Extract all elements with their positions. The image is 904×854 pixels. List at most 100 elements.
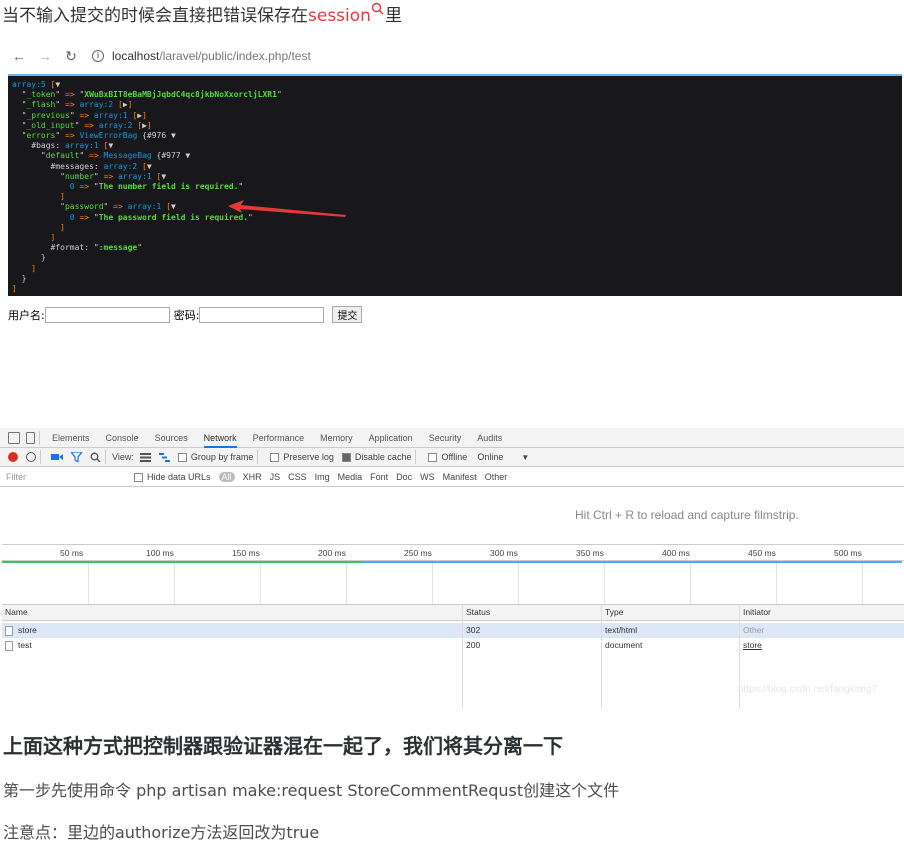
record-icon[interactable] bbox=[8, 452, 18, 462]
dump-token: #bags: bbox=[12, 141, 65, 151]
resource-type-filters: All XHR JS CSS Img Media Font Doc WS Manifest Othe… bbox=[215, 472, 512, 482]
tab-network[interactable]: Network bbox=[203, 428, 237, 448]
filter-input[interactable]: Filter bbox=[6, 472, 126, 482]
dump-token: " bbox=[55, 100, 65, 110]
filter-type-all[interactable]: All bbox=[218, 472, 235, 482]
dump-token[interactable]: ▼ bbox=[108, 141, 113, 150]
tab-performance[interactable]: Performance bbox=[253, 428, 305, 448]
filter-type-js[interactable]: JS bbox=[270, 472, 281, 482]
column-initiator[interactable]: Initiator bbox=[743, 607, 771, 617]
device-toolbar-icon[interactable] bbox=[26, 431, 35, 444]
tab-application[interactable]: Application bbox=[369, 428, 413, 448]
filter-type-xhr[interactable]: XHR bbox=[243, 472, 262, 482]
dump-line: #messages: array:2 [▼ bbox=[12, 162, 898, 172]
dump-token[interactable]: ▼ bbox=[161, 172, 166, 181]
column-name[interactable]: Name bbox=[5, 607, 28, 617]
request-name[interactable]: store bbox=[5, 625, 37, 636]
chevron-down-icon[interactable]: ▼ bbox=[521, 453, 529, 462]
request-name-text: store bbox=[18, 625, 37, 635]
throttle-value: Online bbox=[477, 452, 504, 462]
checkbox-icon[interactable] bbox=[428, 452, 438, 462]
clear-icon[interactable] bbox=[26, 452, 36, 462]
dump-token[interactable]: {#976 ▼ bbox=[142, 131, 176, 140]
group-by-frame-checkbox[interactable]: Group by frame bbox=[170, 452, 254, 462]
session-keyword-link[interactable]: session bbox=[308, 6, 371, 26]
filter-type-css[interactable]: CSS bbox=[288, 472, 307, 482]
tab-security[interactable]: Security bbox=[429, 428, 462, 448]
request-name-text: test bbox=[18, 640, 32, 650]
filter-type-img[interactable]: Img bbox=[315, 472, 330, 482]
offline-checkbox[interactable]: Offline bbox=[420, 452, 467, 462]
timeline-tick-label: 250 ms bbox=[404, 548, 432, 558]
large-rows-icon[interactable] bbox=[139, 452, 151, 462]
url-field[interactable]: i localhost/laravel/public/index.php/tes… bbox=[92, 49, 311, 63]
tab-console[interactable]: Console bbox=[106, 428, 139, 448]
username-input[interactable] bbox=[44, 306, 170, 323]
preserve-log-checkbox[interactable]: Preserve log bbox=[262, 452, 334, 462]
dump-token: ] bbox=[12, 263, 37, 273]
back-arrow-icon[interactable]: ← bbox=[12, 48, 26, 64]
request-name[interactable]: test bbox=[5, 640, 32, 651]
dump-token: => bbox=[89, 151, 99, 161]
filter-icon[interactable] bbox=[71, 452, 82, 462]
dump-token[interactable]: ▼ bbox=[171, 202, 176, 211]
dump-token: " bbox=[12, 110, 27, 120]
column-status[interactable]: Status bbox=[466, 607, 490, 617]
forward-arrow-icon[interactable]: → bbox=[38, 48, 52, 64]
group-by-frame-label: Group by frame bbox=[190, 452, 254, 462]
checkbox-checked-icon[interactable] bbox=[341, 452, 351, 462]
dump-token: " bbox=[12, 171, 65, 181]
tab-elements[interactable]: Elements bbox=[52, 428, 90, 448]
table-row[interactable]: store 302 text/html Other bbox=[2, 623, 904, 638]
dump-line: 0 => "The number field is required." bbox=[12, 182, 898, 192]
hide-data-urls-checkbox[interactable]: Hide data URLs bbox=[126, 472, 211, 482]
waterfall-icon[interactable] bbox=[158, 452, 170, 462]
disable-cache-checkbox[interactable]: Disable cache bbox=[334, 452, 411, 462]
timeline-tick-label: 500 ms bbox=[834, 548, 862, 558]
dump-token: number bbox=[64, 171, 94, 181]
dump-line: "errors" => ViewErrorBag {#976 ▼ bbox=[12, 131, 898, 141]
filter-type-ws[interactable]: WS bbox=[420, 472, 435, 482]
dump-token[interactable]: {#977 ▼ bbox=[157, 151, 191, 160]
intro-suffix: 里 bbox=[384, 6, 402, 26]
search-icon[interactable] bbox=[371, 2, 385, 16]
request-initiator-link[interactable]: store bbox=[743, 640, 762, 650]
tab-sources[interactable]: Sources bbox=[155, 428, 188, 448]
tab-audits[interactable]: Audits bbox=[477, 428, 502, 448]
checkbox-icon[interactable] bbox=[177, 452, 187, 462]
dump-line: "_token" => "XWuBxBIT8eBaMBjJqbdC4qc8jkb… bbox=[12, 90, 898, 100]
search-icon[interactable] bbox=[90, 452, 101, 462]
dump-token: array:1 bbox=[113, 171, 157, 181]
dump-token[interactable]: ▼ bbox=[55, 80, 60, 89]
dump-token: ] bbox=[12, 284, 17, 294]
filter-type-media[interactable]: Media bbox=[338, 472, 363, 482]
password-input[interactable] bbox=[199, 306, 325, 323]
request-status: 200 bbox=[466, 640, 481, 650]
dump-token: password bbox=[64, 202, 104, 212]
filter-type-other[interactable]: Other bbox=[485, 472, 508, 482]
dump-token[interactable]: ▼ bbox=[147, 162, 152, 171]
tab-memory[interactable]: Memory bbox=[320, 428, 353, 448]
table-row[interactable]: test 200 document store bbox=[2, 638, 904, 653]
dump-line: #format: ":message" bbox=[12, 243, 898, 253]
filter-type-manifest[interactable]: Manifest bbox=[443, 472, 477, 482]
dump-output-panel: array:5 [▼ "_token" => "XWuBxBIT8eBaMBjJ… bbox=[8, 74, 902, 296]
dump-token: => bbox=[79, 182, 90, 192]
dump-token: } bbox=[12, 253, 46, 263]
info-icon[interactable]: i bbox=[92, 50, 104, 62]
checkbox-icon[interactable] bbox=[270, 452, 280, 462]
timeline-grid-line bbox=[88, 561, 89, 604]
filter-type-font[interactable]: Font bbox=[370, 472, 388, 482]
column-type[interactable]: Type bbox=[605, 607, 623, 617]
submit-button[interactable]: 提交 bbox=[332, 306, 363, 323]
devtools-panel: Elements Console Sources Network Performance… bbox=[0, 428, 904, 708]
video-camera-icon[interactable] bbox=[51, 452, 63, 462]
filter-type-doc[interactable]: Doc bbox=[396, 472, 412, 482]
network-toolbar: View: Group by frame Preserve log Disabl… bbox=[0, 448, 904, 467]
checkbox-icon[interactable] bbox=[134, 472, 143, 482]
request-type: text/html bbox=[605, 625, 638, 635]
throttle-select[interactable]: Online ▼ bbox=[477, 452, 529, 462]
dump-token: " bbox=[55, 90, 65, 100]
reload-icon[interactable]: ↻ bbox=[64, 48, 78, 64]
inspect-element-icon[interactable] bbox=[8, 431, 20, 444]
